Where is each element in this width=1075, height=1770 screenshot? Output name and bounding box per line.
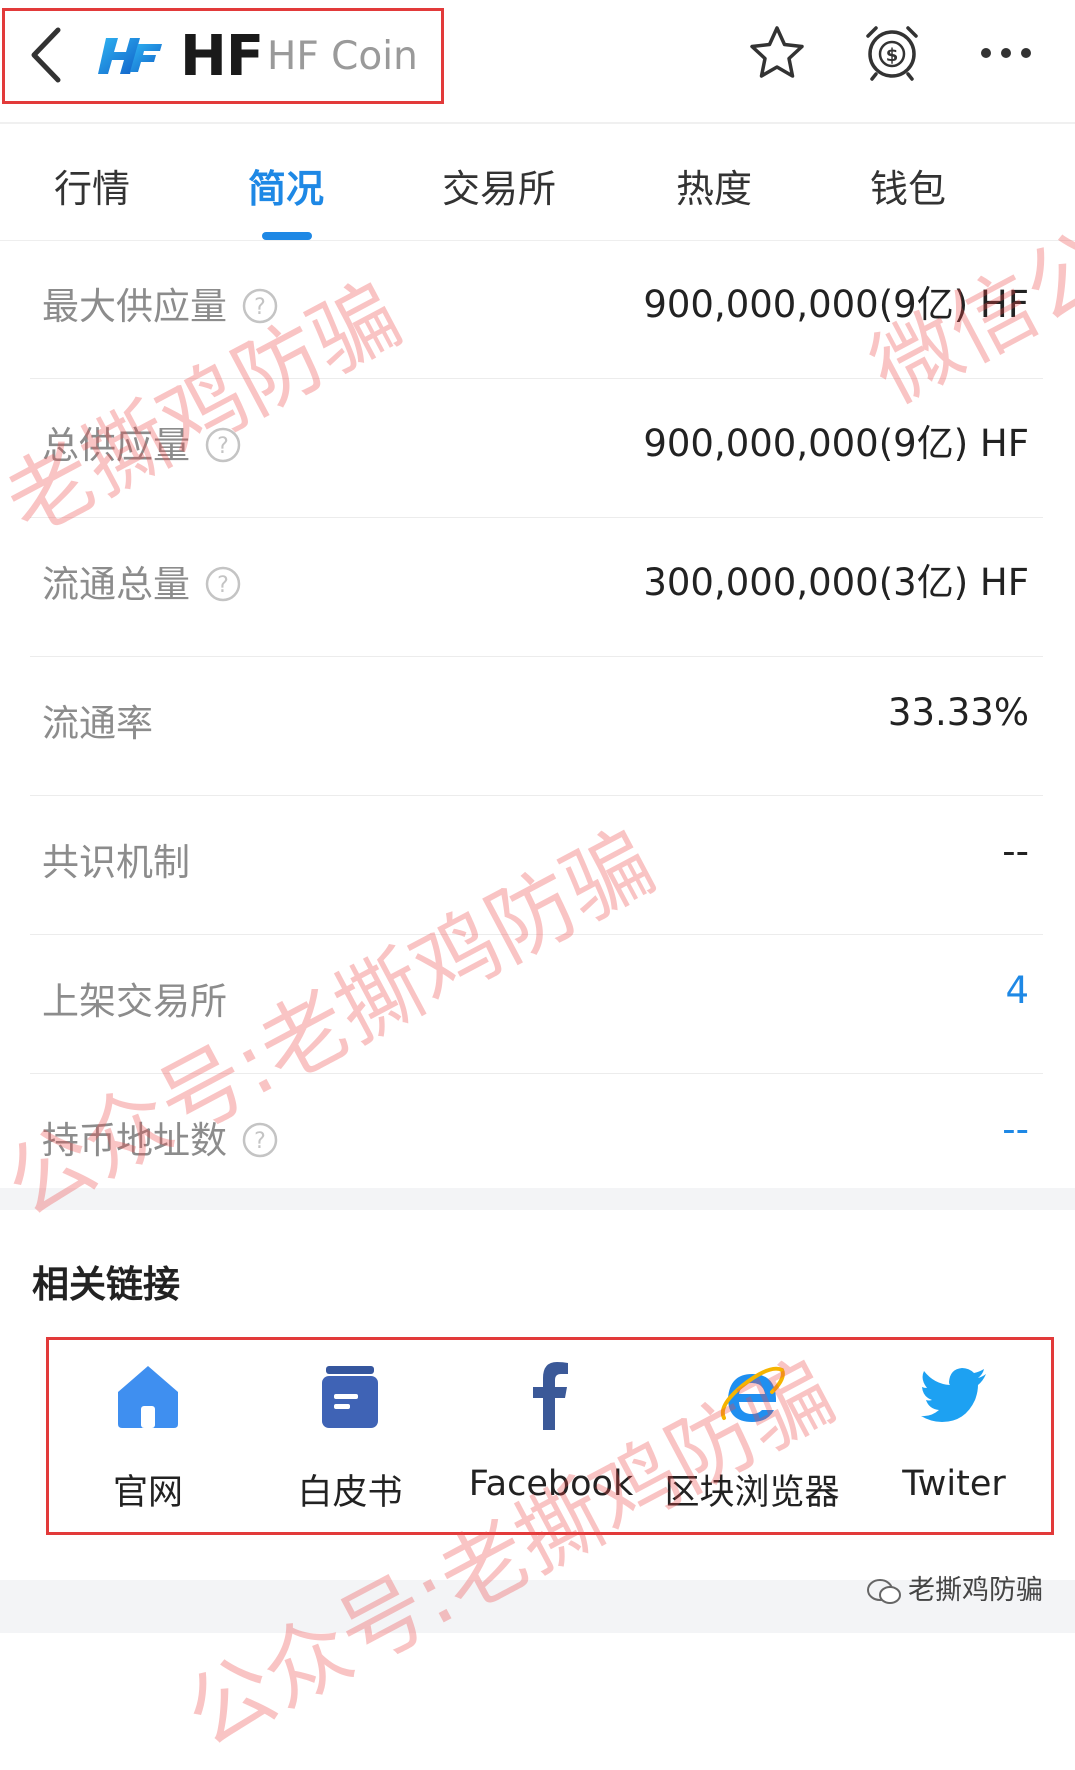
- svg-text:?: ?: [254, 1129, 266, 1154]
- tab-popularity[interactable]: 热度: [676, 158, 752, 213]
- row-value: 300,000,000(3亿) HF: [643, 561, 1029, 604]
- wechat-source-mark: 老撕鸡防骗: [866, 1568, 1043, 1607]
- row-max-supply: 最大供应量? 900,000,000(9亿) HF: [0, 240, 1075, 379]
- row-circulation-rate: 流通率 33.33%: [0, 657, 1075, 796]
- star-icon[interactable]: [748, 24, 806, 82]
- row-label: 总供应量: [42, 424, 190, 467]
- svg-text:?: ?: [217, 573, 229, 598]
- tab-overview[interactable]: 简况: [248, 158, 324, 213]
- exchange-count-link[interactable]: 4: [1005, 969, 1029, 1012]
- svg-text:?: ?: [217, 434, 229, 459]
- row-total-supply: 总供应量? 900,000,000(9亿) HF: [0, 379, 1075, 518]
- row-consensus: 共识机制 --: [0, 796, 1075, 935]
- row-listed-exchanges[interactable]: 上架交易所 4: [0, 935, 1075, 1074]
- svg-text:?: ?: [254, 295, 266, 320]
- more-options-icon[interactable]: [978, 40, 1034, 66]
- active-tab-indicator: [262, 232, 312, 240]
- row-circulating-supply: 流通总量? 300,000,000(3亿) HF: [0, 518, 1075, 657]
- source-text: 老撕鸡防骗: [908, 1575, 1043, 1606]
- tab-wallet[interactable]: 钱包: [870, 158, 946, 213]
- row-label: 流通总量: [42, 563, 190, 606]
- section-gap: [0, 1188, 1075, 1210]
- help-icon[interactable]: ?: [241, 1121, 279, 1159]
- header-highlight-box: [2, 8, 444, 104]
- links-highlight-box: [46, 1337, 1054, 1535]
- row-label: 流通率: [42, 702, 153, 745]
- row-label: 持币地址数: [42, 1119, 227, 1162]
- related-links-title: 相关链接: [32, 1263, 180, 1306]
- row-label: 共识机制: [42, 841, 190, 884]
- price-alert-icon[interactable]: $: [862, 22, 922, 82]
- help-icon[interactable]: ?: [204, 426, 242, 464]
- row-value: 900,000,000(9亿) HF: [643, 422, 1029, 465]
- info-list: 最大供应量? 900,000,000(9亿) HF 总供应量? 900,000,…: [0, 240, 1075, 1213]
- row-value: 33.33%: [887, 691, 1029, 734]
- svg-text:$: $: [886, 45, 899, 66]
- tab-bar: 行情 简况 交易所 热度 钱包: [0, 124, 1075, 240]
- row-value: 900,000,000(9亿) HF: [643, 283, 1029, 326]
- wechat-icon: [867, 1578, 901, 1604]
- row-value: --: [1002, 830, 1029, 873]
- row-label: 最大供应量: [42, 285, 227, 328]
- tab-market[interactable]: 行情: [54, 158, 130, 213]
- row-label: 上架交易所: [42, 980, 227, 1023]
- tab-exchanges[interactable]: 交易所: [442, 158, 556, 213]
- help-icon[interactable]: ?: [204, 565, 242, 603]
- help-icon[interactable]: ?: [241, 287, 279, 325]
- holder-count-link[interactable]: --: [1002, 1108, 1029, 1151]
